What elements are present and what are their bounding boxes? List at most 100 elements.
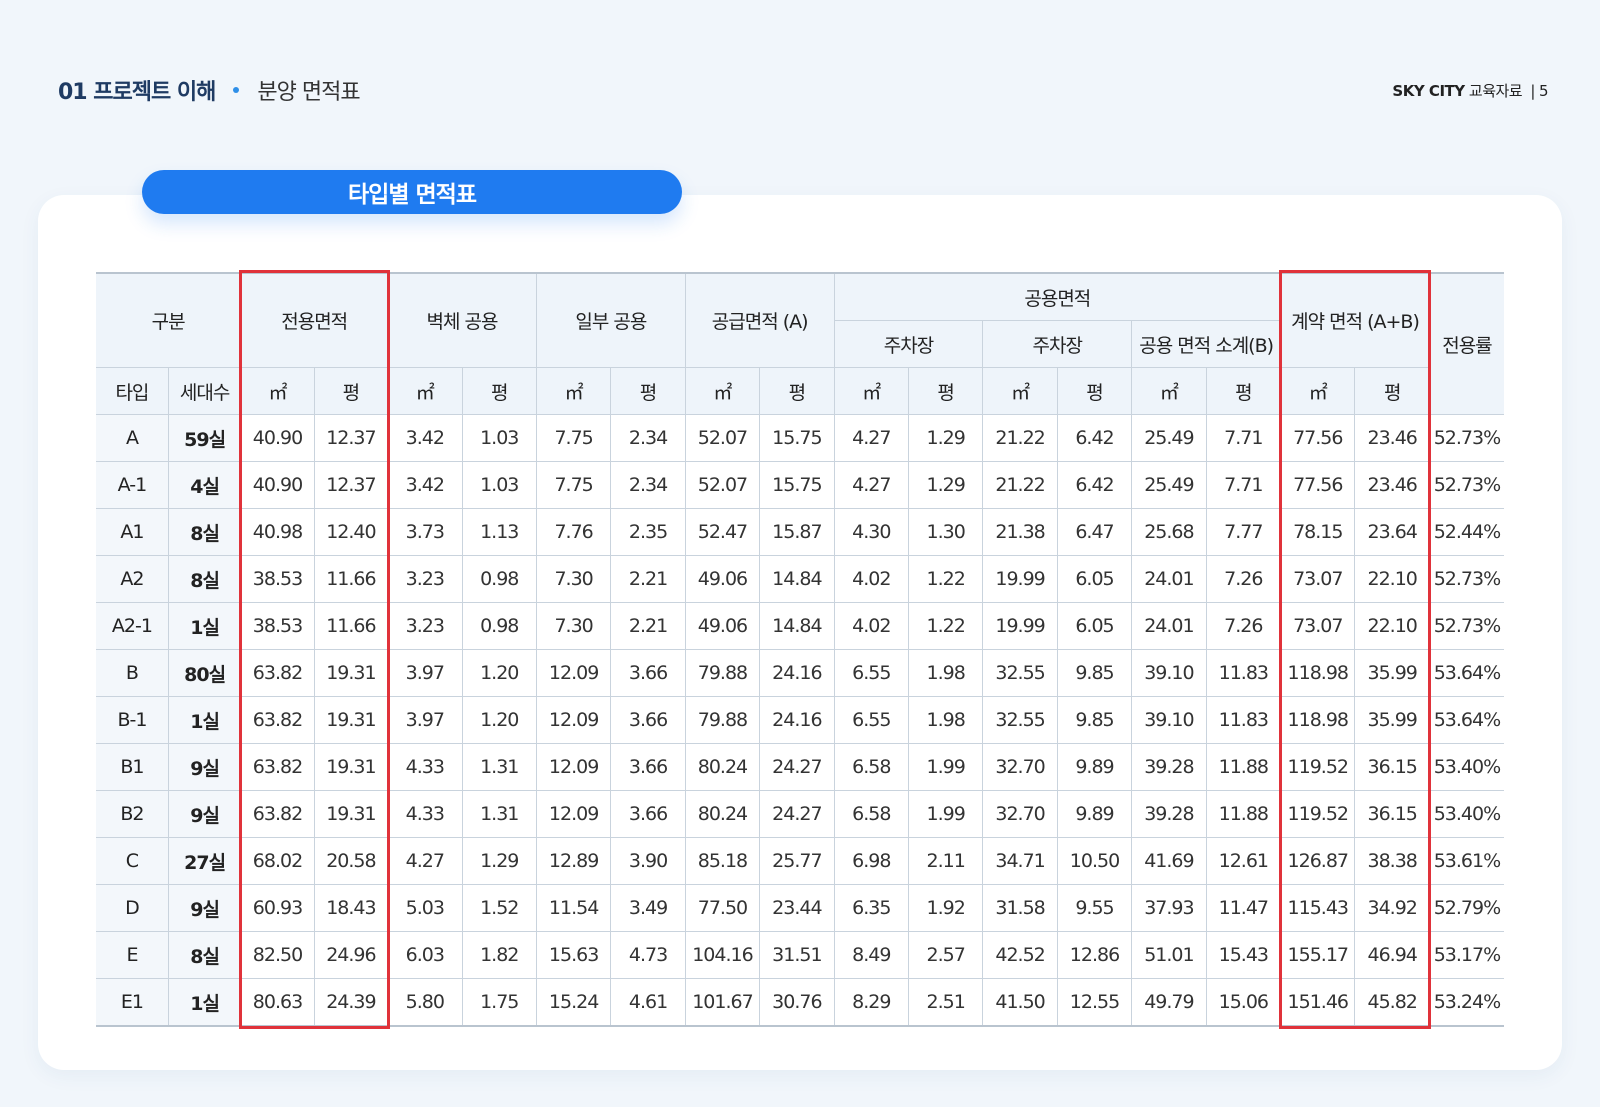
value-cell: 12.61 — [1205, 837, 1282, 885]
units-cell: 80실 — [167, 649, 242, 697]
value-cell: 41.69 — [1131, 837, 1207, 885]
header-units: 세대수 — [167, 367, 242, 415]
value-cell: 21.22 — [982, 461, 1058, 509]
value-cell: 3.49 — [610, 884, 686, 932]
value-cell: 53.24% — [1428, 978, 1504, 1027]
unit-pyeong: 평 — [461, 367, 537, 415]
value-cell: 7.26 — [1205, 602, 1282, 650]
unit-pyeong: 평 — [313, 367, 389, 415]
value-cell: 118.98 — [1280, 649, 1356, 697]
value-cell: 3.42 — [387, 414, 463, 462]
value-cell: 77.56 — [1280, 461, 1356, 509]
value-cell: 6.05 — [1056, 602, 1133, 650]
value-cell: 7.75 — [535, 461, 612, 509]
value-cell: 1.22 — [907, 602, 984, 650]
value-cell: 40.98 — [240, 508, 315, 556]
value-cell: 6.55 — [833, 696, 909, 744]
table-row: E 8실 82.50 24.96 6.03 1.82 15.63 4.73 104.16 31.5… — [96, 931, 1504, 979]
value-cell: 25.68 — [1131, 508, 1207, 556]
value-cell: 7.77 — [1205, 508, 1282, 556]
header-partial-common: 일부 공용 — [535, 272, 686, 368]
value-cell: 1.29 — [907, 414, 984, 462]
header-exclusive-ratio: 전용률 — [1428, 272, 1504, 415]
table-row: A-1 4실 40.90 12.37 3.42 1.03 7.75 2.34 52.07 15.7… — [96, 461, 1504, 509]
value-cell: 7.71 — [1205, 414, 1282, 462]
value-cell: 40.90 — [240, 461, 315, 509]
value-cell: 1.22 — [907, 555, 984, 603]
value-cell: 51.01 — [1131, 931, 1207, 979]
unit-sqm: ㎡ — [240, 367, 315, 415]
value-cell: 36.15 — [1354, 790, 1430, 838]
type-cell: E — [96, 931, 169, 979]
value-cell: 126.87 — [1280, 837, 1356, 885]
units-cell: 1실 — [167, 978, 242, 1027]
value-cell: 3.97 — [387, 649, 463, 697]
value-cell: 20.58 — [313, 837, 389, 885]
value-cell: 6.42 — [1056, 414, 1133, 462]
area-table: 구분 전용면적 벽체 공용 일부 공용 공급면적 (A) 공용면적 계약 면적 … — [96, 272, 1504, 1027]
value-cell: 12.09 — [535, 790, 612, 838]
value-cell: 24.27 — [759, 743, 835, 791]
value-cell: 31.51 — [759, 931, 835, 979]
value-cell: 12.89 — [535, 837, 612, 885]
units-cell: 1실 — [167, 696, 242, 744]
value-cell: 25.77 — [759, 837, 835, 885]
value-cell: 85.18 — [684, 837, 761, 885]
value-cell: 1.75 — [461, 978, 537, 1027]
value-cell: 46.94 — [1354, 931, 1430, 979]
value-cell: 3.66 — [610, 696, 686, 744]
table-row: A1 8실 40.98 12.40 3.73 1.13 7.76 2.35 52.47 15.87… — [96, 508, 1504, 556]
unit-pyeong: 평 — [610, 367, 686, 415]
value-cell: 49.06 — [684, 602, 761, 650]
value-cell: 4.27 — [833, 461, 909, 509]
table-row: B 80실 63.82 19.31 3.97 1.20 12.09 3.66 79.88 24.1… — [96, 649, 1504, 697]
table-row: B1 9실 63.82 19.31 4.33 1.31 12.09 3.66 80.24 24.2… — [96, 743, 1504, 791]
brand-name: SKY CITY — [1392, 82, 1465, 100]
value-cell: 79.88 — [684, 696, 761, 744]
value-cell: 118.98 — [1280, 696, 1356, 744]
units-cell: 1실 — [167, 602, 242, 650]
value-cell: 1.31 — [461, 790, 537, 838]
value-cell: 12.09 — [535, 696, 612, 744]
value-cell: 1.29 — [907, 461, 984, 509]
value-cell: 15.43 — [1205, 931, 1282, 979]
type-cell: B-1 — [96, 696, 169, 744]
value-cell: 2.34 — [610, 414, 686, 462]
area-table-container: 구분 전용면적 벽체 공용 일부 공용 공급면적 (A) 공용면적 계약 면적 … — [96, 272, 1504, 1027]
value-cell: 6.35 — [833, 884, 909, 932]
value-cell: 32.55 — [982, 649, 1058, 697]
value-cell: 9.89 — [1056, 790, 1133, 838]
value-cell: 6.58 — [833, 790, 909, 838]
value-cell: 9.89 — [1056, 743, 1133, 791]
value-cell: 1.20 — [461, 649, 537, 697]
value-cell: 12.09 — [535, 649, 612, 697]
value-cell: 19.31 — [313, 649, 389, 697]
value-cell: 2.57 — [907, 931, 984, 979]
value-cell: 2.35 — [610, 508, 686, 556]
units-cell: 8실 — [167, 931, 242, 979]
value-cell: 53.40% — [1428, 790, 1504, 838]
value-cell: 2.21 — [610, 602, 686, 650]
header-supply-area: 공급면적 (A) — [684, 272, 835, 368]
type-cell: B2 — [96, 790, 169, 838]
value-cell: 63.82 — [240, 790, 315, 838]
value-cell: 77.56 — [1280, 414, 1356, 462]
header-common-subtotal: 공용 면적 소계(B) — [1131, 320, 1281, 368]
value-cell: 11.54 — [535, 884, 612, 932]
value-cell: 6.42 — [1056, 461, 1133, 509]
value-cell: 2.21 — [610, 555, 686, 603]
value-cell: 1.99 — [907, 743, 984, 791]
doc-label: SKY CITY 교육자료 | 5 — [1392, 80, 1548, 101]
value-cell: 4.33 — [387, 743, 463, 791]
value-cell: 4.61 — [610, 978, 686, 1027]
table-row: A2 8실 38.53 11.66 3.23 0.98 7.30 2.21 49.06 14.84… — [96, 555, 1504, 603]
value-cell: 11.66 — [313, 602, 389, 650]
value-cell: 21.38 — [982, 508, 1058, 556]
value-cell: 53.40% — [1428, 743, 1504, 791]
value-cell: 7.30 — [535, 555, 612, 603]
value-cell: 32.70 — [982, 790, 1058, 838]
value-cell: 1.13 — [461, 508, 537, 556]
table-row: D 9실 60.93 18.43 5.03 1.52 11.54 3.49 77.50 23.44… — [96, 884, 1504, 932]
header-parking-1: 주차장 — [834, 320, 984, 368]
value-cell: 12.55 — [1056, 978, 1133, 1027]
